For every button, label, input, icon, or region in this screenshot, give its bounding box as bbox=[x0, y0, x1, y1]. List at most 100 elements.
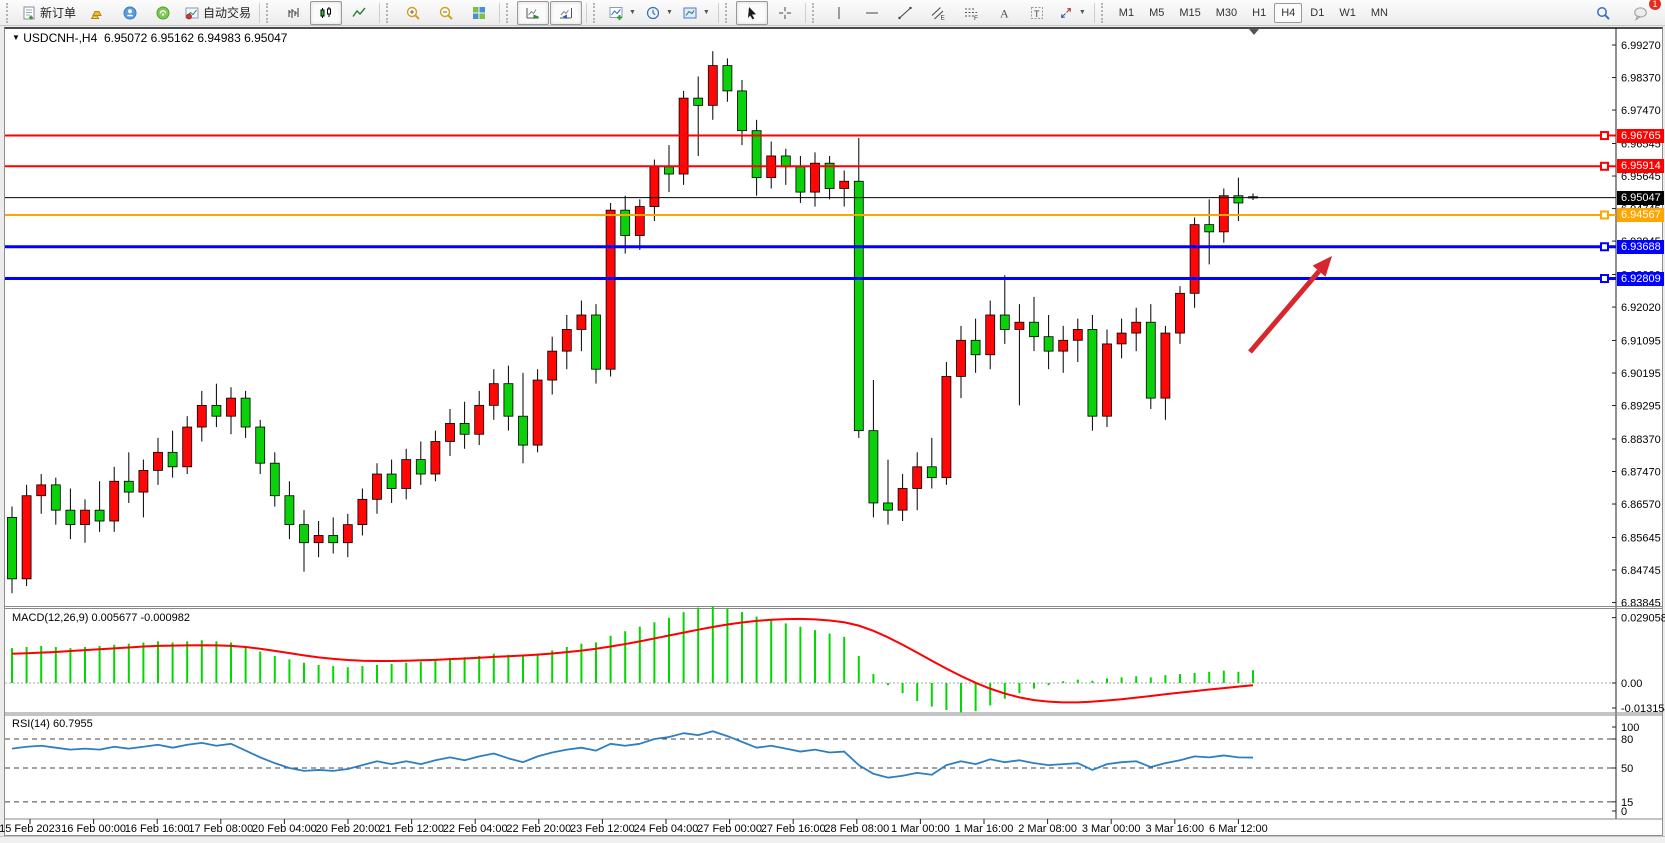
level-price-badge[interactable]: 6.94567 bbox=[1617, 208, 1664, 222]
template-icon bbox=[682, 5, 698, 21]
timeframe-button-mn[interactable]: MN bbox=[1364, 3, 1395, 23]
chart-shift-icon bbox=[558, 5, 574, 21]
tile-windows-icon bbox=[471, 5, 487, 21]
clock-icon bbox=[645, 5, 661, 21]
chat-button[interactable]: 1 bbox=[1625, 1, 1657, 25]
toolbar-grip[interactable] bbox=[725, 3, 732, 23]
toolbar-separator bbox=[1094, 3, 1095, 23]
macd-label: MACD(12,26,9) 0.005677 -0.000982 bbox=[12, 612, 190, 624]
trendline-button[interactable] bbox=[889, 1, 921, 25]
toolbar-right-group: 1 bbox=[1587, 1, 1661, 25]
hline-icon bbox=[864, 5, 880, 21]
toolbar-grip[interactable] bbox=[266, 3, 273, 23]
svg-text:E: E bbox=[940, 14, 945, 21]
vline-button[interactable] bbox=[823, 1, 855, 25]
fibonacci-icon: F bbox=[963, 5, 979, 21]
toolbar-separator bbox=[586, 3, 587, 23]
new-order-button[interactable]: 新订单 bbox=[17, 1, 80, 25]
hline-button[interactable] bbox=[856, 1, 888, 25]
svg-text:T: T bbox=[1034, 8, 1040, 18]
macd-main-value: 0.005677 bbox=[91, 612, 137, 624]
zoom-out-icon bbox=[438, 5, 454, 21]
chart-shift-marker-icon bbox=[1249, 29, 1259, 35]
magnifier-icon bbox=[1595, 5, 1611, 21]
level-price-badge[interactable]: 6.93688 bbox=[1617, 240, 1664, 254]
indicators-button[interactable]: ▼ bbox=[604, 1, 640, 25]
indicators-icon bbox=[608, 5, 624, 21]
signal-icon bbox=[155, 5, 171, 21]
toolbar-separator bbox=[718, 3, 719, 23]
text-button[interactable]: A bbox=[988, 1, 1020, 25]
auto-scroll-button[interactable] bbox=[517, 1, 549, 25]
text-icon: A bbox=[996, 5, 1012, 21]
zoom-in-button[interactable] bbox=[397, 1, 429, 25]
current-price-badge[interactable]: 6.95047 bbox=[1617, 191, 1664, 205]
cursor-button[interactable] bbox=[736, 1, 768, 25]
chart-window[interactable] bbox=[4, 27, 1663, 836]
community-button[interactable] bbox=[114, 1, 146, 25]
bar-chart-button[interactable] bbox=[277, 1, 309, 25]
toolbar-grip[interactable] bbox=[1101, 3, 1108, 23]
symbol-dropdown-icon[interactable]: ▼ bbox=[12, 33, 20, 42]
tile-windows-button[interactable] bbox=[463, 1, 495, 25]
crosshair-button[interactable] bbox=[769, 1, 801, 25]
chevron-down-icon[interactable]: ▼ bbox=[629, 9, 636, 16]
chevron-down-icon[interactable]: ▼ bbox=[1079, 9, 1086, 16]
gold-button[interactable] bbox=[81, 1, 113, 25]
search-button[interactable] bbox=[1587, 1, 1619, 25]
level-price-badge[interactable]: 6.95914 bbox=[1617, 159, 1664, 173]
macd-name: MACD(12,26,9) bbox=[12, 612, 88, 624]
toolbar-grip[interactable] bbox=[812, 3, 819, 23]
timeframe-button-d1[interactable]: D1 bbox=[1303, 3, 1331, 23]
candlestick-icon bbox=[318, 5, 334, 21]
timeframe-button-m15[interactable]: M15 bbox=[1172, 3, 1207, 23]
timeframe-button-h1[interactable]: H1 bbox=[1245, 3, 1273, 23]
bar-chart-icon bbox=[285, 5, 301, 21]
zoom-out-button[interactable] bbox=[430, 1, 462, 25]
svg-text:A: A bbox=[1000, 6, 1009, 20]
level-price-badge[interactable]: 6.96765 bbox=[1617, 129, 1664, 143]
symbol-name: USDCNH-,H4 bbox=[23, 31, 97, 45]
chevron-down-icon[interactable]: ▼ bbox=[703, 9, 710, 16]
autotrade-icon bbox=[184, 5, 200, 21]
trendline-icon bbox=[897, 5, 913, 21]
chart-title: ▼ USDCNH-,H4 6.95072 6.95162 6.94983 6.9… bbox=[12, 31, 287, 45]
gold-icon bbox=[89, 5, 105, 21]
line-chart-button[interactable] bbox=[343, 1, 375, 25]
candlestick-button[interactable] bbox=[310, 1, 342, 25]
timeframe-button-w1[interactable]: W1 bbox=[1332, 3, 1363, 23]
fibonacci-button[interactable]: F bbox=[955, 1, 987, 25]
rsi-label: RSI(14) 60.7955 bbox=[12, 718, 93, 730]
label-button[interactable]: T bbox=[1021, 1, 1053, 25]
timeframe-button-m1[interactable]: M1 bbox=[1112, 3, 1141, 23]
chevron-down-icon[interactable]: ▼ bbox=[666, 9, 673, 16]
chat-icon bbox=[1633, 5, 1649, 21]
toolbar-separator bbox=[499, 3, 500, 23]
notification-badge: 1 bbox=[1649, 0, 1661, 10]
level-price-badge[interactable]: 6.92809 bbox=[1617, 272, 1664, 286]
autotrading-button[interactable]: 自动交易 bbox=[180, 1, 255, 25]
channel-button[interactable]: E bbox=[922, 1, 954, 25]
timeframe-button-m30[interactable]: M30 bbox=[1209, 3, 1244, 23]
signals-button[interactable] bbox=[147, 1, 179, 25]
crosshair-icon bbox=[777, 5, 793, 21]
autotrading-button-label: 自动交易 bbox=[203, 4, 251, 21]
vline-icon bbox=[831, 5, 847, 21]
toolbar-separator bbox=[259, 3, 260, 23]
timeframe-button-h4[interactable]: H4 bbox=[1274, 3, 1302, 23]
chart-shift-button[interactable] bbox=[550, 1, 582, 25]
channel-icon: E bbox=[930, 5, 946, 21]
svg-text:F: F bbox=[974, 15, 978, 21]
toolbar-separator bbox=[379, 3, 380, 23]
toolbar-grip[interactable] bbox=[593, 3, 600, 23]
toolbar-grip[interactable] bbox=[6, 3, 13, 23]
arrows-button[interactable]: ▼ bbox=[1054, 1, 1090, 25]
toolbar-grip[interactable] bbox=[386, 3, 393, 23]
templates-button[interactable]: ▼ bbox=[678, 1, 714, 25]
periods-button[interactable]: ▼ bbox=[641, 1, 677, 25]
macd-signal-value: -0.000982 bbox=[140, 612, 190, 624]
toolbar-separator bbox=[805, 3, 806, 23]
toolbar-grip[interactable] bbox=[506, 3, 513, 23]
rsi-name: RSI(14) bbox=[12, 718, 50, 730]
timeframe-button-m5[interactable]: M5 bbox=[1142, 3, 1171, 23]
